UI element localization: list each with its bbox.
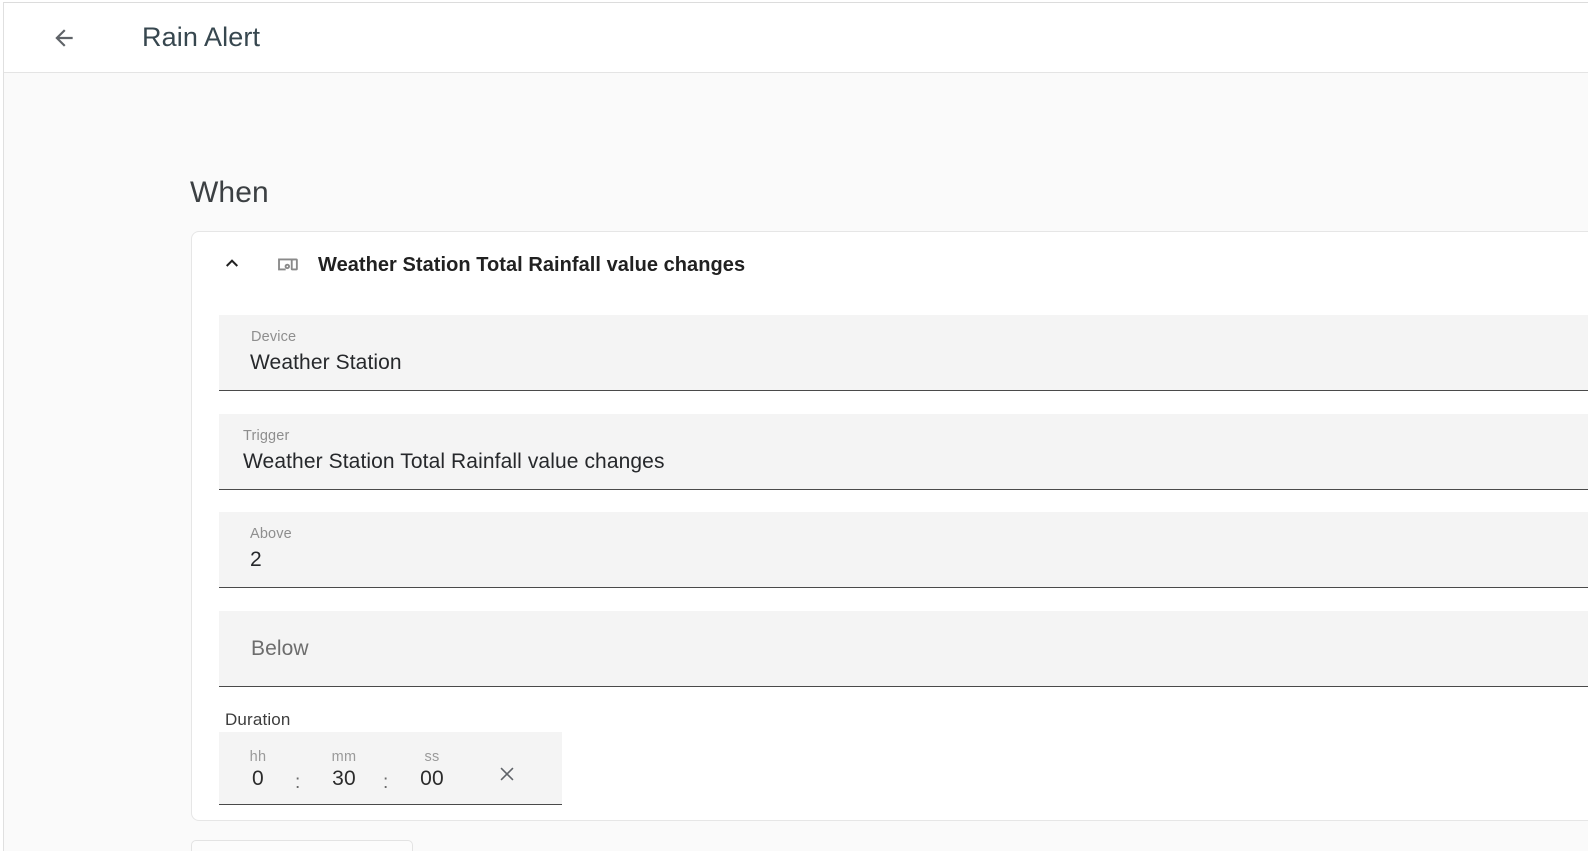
duration-hours-value: 0 [252,767,264,790]
duration-seconds-unit: ss [424,749,440,765]
duration-hours-stepper[interactable]: hh 0 [230,748,286,792]
close-icon [496,763,518,790]
field-trigger[interactable]: Trigger Weather Station Total Rainfall v… [219,414,1588,490]
field-trigger-value: Weather Station Total Rainfall value cha… [243,450,665,473]
duration-seconds-stepper[interactable]: ss 00 [404,748,460,792]
field-device[interactable]: Device Weather Station [219,315,1588,391]
trigger-card: Weather Station Total Rainfall value cha… [191,231,1588,821]
app-window: Rain Alert When Weather Station Total Ra… [3,2,1588,851]
trigger-card-header[interactable]: Weather Station Total Rainfall value cha… [192,232,1588,298]
trigger-card-title: Weather Station Total Rainfall value cha… [318,253,746,276]
duration-label: Duration [225,710,291,729]
field-trigger-label: Trigger [243,428,290,444]
duration-separator-2: : [383,772,389,793]
back-button[interactable] [42,16,86,60]
arrow-back-icon [51,25,77,51]
page-content: When Weather Station Total Rainfall valu… [4,73,1588,851]
field-below-placeholder: Below [251,637,309,660]
page-title: Rain Alert [142,22,261,52]
add-trigger-button[interactable]: ADD TRIGGER [191,840,414,851]
app-bar: Rain Alert [4,3,1588,73]
duration-minutes-value: 30 [332,767,356,790]
field-device-label: Device [251,329,297,345]
devices-icon [272,249,304,281]
field-below[interactable]: Below [219,611,1588,687]
duration-hours-unit: hh [249,749,267,765]
duration-separator-1: : [295,772,301,793]
collapse-toggle[interactable] [214,247,250,283]
duration-clear-button[interactable] [491,760,523,792]
duration-field[interactable]: hh 0 : mm 30 : ss 00 [219,732,562,805]
duration-seconds-value: 00 [420,767,444,790]
field-device-value: Weather Station [250,351,402,374]
duration-minutes-unit: mm [331,749,357,765]
section-heading-when: When [190,176,269,209]
field-above-value: 2 [250,548,262,571]
duration-minutes-stepper[interactable]: mm 30 [316,748,372,792]
chevron-up-icon [220,251,244,280]
field-above-label: Above [250,526,292,542]
field-above[interactable]: Above 2 [219,512,1588,588]
